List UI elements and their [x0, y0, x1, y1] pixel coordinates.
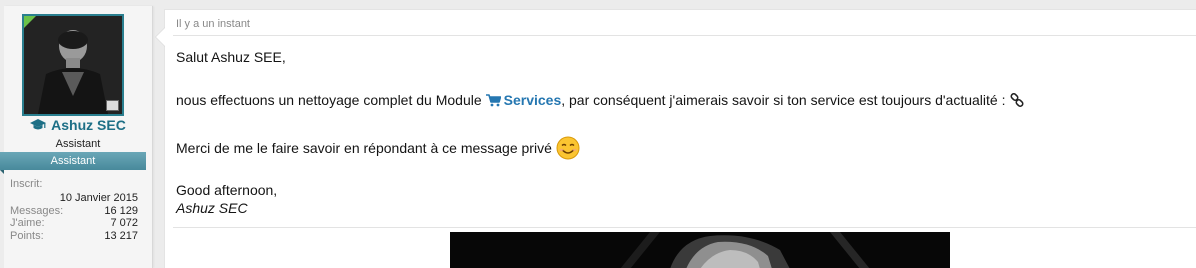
user-banner: Assistant: [0, 152, 146, 170]
stat-label-registered: Inscrit:: [10, 178, 43, 190]
banner-tail: [0, 170, 4, 174]
stat-row-points: Points: 13 217: [10, 231, 138, 242]
signature-divider: [173, 227, 1196, 228]
signoff-line: Good afternoon,: [176, 182, 278, 198]
username-link[interactable]: Ashuz SEC: [4, 117, 152, 133]
stat-value-points[interactable]: 13 217: [104, 231, 138, 242]
greeting-line: Salut Ashuz SEE,: [176, 49, 286, 65]
stat-label-messages: Messages:: [10, 204, 64, 217]
avatar-parental-badge: [106, 100, 119, 111]
graduation-cap-icon: [30, 119, 47, 130]
header-divider: [173, 35, 1196, 36]
signature-image: [450, 232, 950, 268]
stat-value-registered: 10 Janvier 2015: [59, 192, 138, 204]
stat-row-messages: Messages: 16 129: [10, 204, 138, 217]
chain-link-icon[interactable]: [1010, 93, 1024, 107]
signature-name: Ashuz SEC: [176, 200, 248, 216]
cart-icon: [485, 93, 501, 106]
services-link[interactable]: Services: [485, 91, 562, 109]
user-title: Assistant: [55, 138, 101, 150]
stat-value-messages[interactable]: 16 129: [104, 205, 138, 217]
avatar[interactable]: [22, 14, 124, 116]
username-text: Ashuz SEC: [51, 117, 126, 133]
online-indicator: [24, 16, 36, 28]
thanks-text: Merci de me le faire savoir en répondant…: [176, 140, 552, 156]
main-text-after: , par conséquent j'aimerais savoir si to…: [561, 92, 1006, 108]
user-stats: Inscrit: 10 Janvier 2015 Messages: 16 12…: [10, 178, 138, 244]
stat-value-likes: 7 072: [110, 217, 138, 230]
user-info-panel: Ashuz SEC Assistant Assistant Inscrit: 1…: [0, 6, 153, 268]
message-pointer: [156, 28, 165, 46]
stat-row-likes: J'aime: 7 072: [10, 218, 138, 229]
stat-label-likes: J'aime:: [10, 217, 45, 230]
thanks-paragraph: Merci de me le faire savoir en répondant…: [176, 136, 580, 160]
services-link-text: Services: [503, 92, 562, 108]
smile-emoji-icon: [556, 136, 580, 160]
message-timestamp[interactable]: Il y a un instant: [176, 18, 250, 30]
conversation-page: Ashuz SEC Assistant Assistant Inscrit: 1…: [0, 0, 1196, 268]
stat-label-points: Points:: [10, 230, 44, 243]
message-body: Il y a un instant Salut Ashuz SEE, nous …: [155, 9, 1196, 268]
main-paragraph: nous effectuons un nettoyage complet du …: [176, 91, 1024, 109]
main-text-before: nous effectuons un nettoyage complet du …: [176, 92, 482, 108]
